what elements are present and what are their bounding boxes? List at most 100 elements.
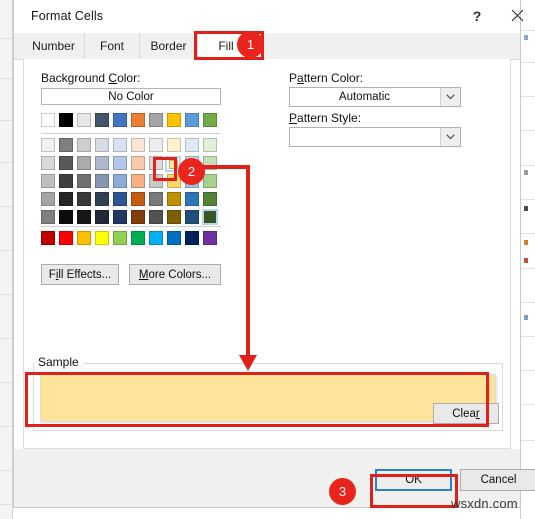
chevron-down-icon[interactable] — [440, 88, 460, 106]
background-right-strip — [520, 0, 535, 519]
tint-color-swatch-4-8[interactable] — [185, 210, 199, 224]
theme-color-swatch-8[interactable] — [185, 113, 199, 127]
tint-color-swatch-3-7[interactable] — [167, 192, 181, 206]
tab-font[interactable]: Font — [85, 33, 140, 59]
tint-color-swatch-1-3[interactable] — [95, 156, 109, 170]
tint-color-swatch-0-5[interactable] — [131, 138, 145, 152]
tab-number[interactable]: Number — [23, 33, 85, 59]
tint-color-swatch-3-9[interactable] — [203, 192, 217, 206]
theme-tint-row-0 — [41, 138, 221, 156]
tint-color-swatch-0-9[interactable] — [203, 138, 217, 152]
theme-color-row — [41, 113, 221, 131]
watermark: wsxdn.com — [451, 496, 518, 511]
annotation-arrow-vertical — [246, 165, 250, 359]
tint-color-swatch-2-9[interactable] — [203, 174, 217, 188]
tint-color-swatch-1-1[interactable] — [59, 156, 73, 170]
tint-color-swatch-1-4[interactable] — [113, 156, 127, 170]
theme-color-swatch-1[interactable] — [59, 113, 73, 127]
tint-color-swatch-4-5[interactable] — [131, 210, 145, 224]
tint-color-swatch-3-5[interactable] — [131, 192, 145, 206]
pattern-color-dropdown[interactable]: Automatic — [289, 87, 461, 107]
tint-color-swatch-3-3[interactable] — [95, 192, 109, 206]
tint-color-swatch-4-3[interactable] — [95, 210, 109, 224]
format-cells-dialog: Format Cells ? Number Font Border Fill B… — [13, 0, 535, 508]
theme-color-swatch-5[interactable] — [131, 113, 145, 127]
tint-color-swatch-0-6[interactable] — [149, 138, 163, 152]
clear-button[interactable]: Clear — [433, 403, 499, 424]
pattern-style-label: Pattern Style: — [289, 111, 362, 125]
tab-border[interactable]: Border — [140, 33, 198, 59]
tint-color-swatch-4-4[interactable] — [113, 210, 127, 224]
annotation-arrow-head — [239, 355, 257, 371]
cancel-button[interactable]: Cancel — [460, 469, 535, 491]
annotation-marker-3: 3 — [329, 478, 356, 505]
pattern-style-value — [290, 128, 439, 146]
tint-color-swatch-1-5[interactable] — [131, 156, 145, 170]
tint-color-swatch-1-0[interactable] — [41, 156, 55, 170]
theme-color-swatch-2[interactable] — [77, 113, 91, 127]
standard-color-swatch-9[interactable] — [203, 231, 217, 245]
standard-color-swatch-2[interactable] — [77, 231, 91, 245]
dialog-titlebar: Format Cells ? — [14, 0, 523, 33]
help-icon[interactable]: ? — [460, 0, 494, 31]
dialog-footer: OK Cancel — [14, 449, 535, 507]
close-icon[interactable] — [500, 0, 534, 31]
tint-color-swatch-2-6[interactable] — [149, 174, 163, 188]
tint-color-swatch-2-2[interactable] — [77, 174, 91, 188]
pattern-color-label: Pattern Color: — [289, 71, 364, 85]
standard-color-swatch-1[interactable] — [59, 231, 73, 245]
tint-color-swatch-2-0[interactable] — [41, 174, 55, 188]
tint-color-swatch-4-7[interactable] — [167, 210, 181, 224]
tint-color-swatch-1-2[interactable] — [77, 156, 91, 170]
pattern-style-dropdown[interactable] — [289, 127, 461, 147]
tint-color-swatch-4-2[interactable] — [77, 210, 91, 224]
tint-color-swatch-0-3[interactable] — [95, 138, 109, 152]
tint-color-swatch-1-6[interactable] — [149, 156, 163, 170]
standard-color-swatch-8[interactable] — [185, 231, 199, 245]
pattern-color-value: Automatic — [338, 91, 391, 103]
tint-color-swatch-4-0[interactable] — [41, 210, 55, 224]
tint-color-swatch-3-2[interactable] — [77, 192, 91, 206]
standard-color-swatch-0[interactable] — [41, 231, 55, 245]
theme-color-swatch-9[interactable] — [203, 113, 217, 127]
tint-color-swatch-0-4[interactable] — [113, 138, 127, 152]
background-color-label: Background Color: — [41, 71, 141, 85]
tint-color-swatch-0-7[interactable] — [167, 138, 181, 152]
tint-color-swatch-2-5[interactable] — [131, 174, 145, 188]
theme-color-swatch-3[interactable] — [95, 113, 109, 127]
theme-color-swatch-0[interactable] — [41, 113, 55, 127]
sample-preview — [40, 374, 496, 422]
tint-color-swatch-3-4[interactable] — [113, 192, 127, 206]
tint-color-swatch-4-1[interactable] — [59, 210, 73, 224]
ok-button[interactable]: OK — [375, 469, 452, 491]
tint-color-swatch-0-8[interactable] — [185, 138, 199, 152]
tint-color-swatch-4-9[interactable] — [202, 209, 218, 225]
standard-color-swatch-6[interactable] — [149, 231, 163, 245]
standard-color-row — [41, 231, 221, 249]
tint-color-swatch-3-6[interactable] — [149, 192, 163, 206]
tint-color-swatch-0-1[interactable] — [59, 138, 73, 152]
tint-color-swatch-0-2[interactable] — [77, 138, 91, 152]
standard-color-swatch-4[interactable] — [113, 231, 127, 245]
standard-color-swatch-3[interactable] — [95, 231, 109, 245]
theme-color-swatch-6[interactable] — [149, 113, 163, 127]
theme-color-swatch-4[interactable] — [113, 113, 127, 127]
chevron-down-icon[interactable] — [440, 128, 460, 146]
more-colors-button[interactable]: More Colors... — [129, 264, 221, 285]
tint-color-swatch-2-4[interactable] — [113, 174, 127, 188]
tint-color-swatch-2-3[interactable] — [95, 174, 109, 188]
no-color-button[interactable]: No Color — [41, 88, 221, 105]
standard-color-swatch-7[interactable] — [167, 231, 181, 245]
theme-color-swatch-7[interactable] — [167, 113, 181, 127]
tint-color-swatch-0-0[interactable] — [41, 138, 55, 152]
tint-color-swatch-2-1[interactable] — [59, 174, 73, 188]
tint-color-swatch-4-6[interactable] — [149, 210, 163, 224]
tint-color-swatch-3-1[interactable] — [59, 192, 73, 206]
annotation-marker-1: 1 — [237, 31, 264, 58]
tint-color-swatch-3-8[interactable] — [185, 192, 199, 206]
standard-color-swatch-5[interactable] — [131, 231, 145, 245]
theme-tint-row-3 — [41, 192, 221, 210]
tint-color-swatch-3-0[interactable] — [41, 192, 55, 206]
fill-effects-button[interactable]: Fill Effects... — [41, 264, 119, 285]
annotation-marker-2: 2 — [178, 158, 205, 185]
